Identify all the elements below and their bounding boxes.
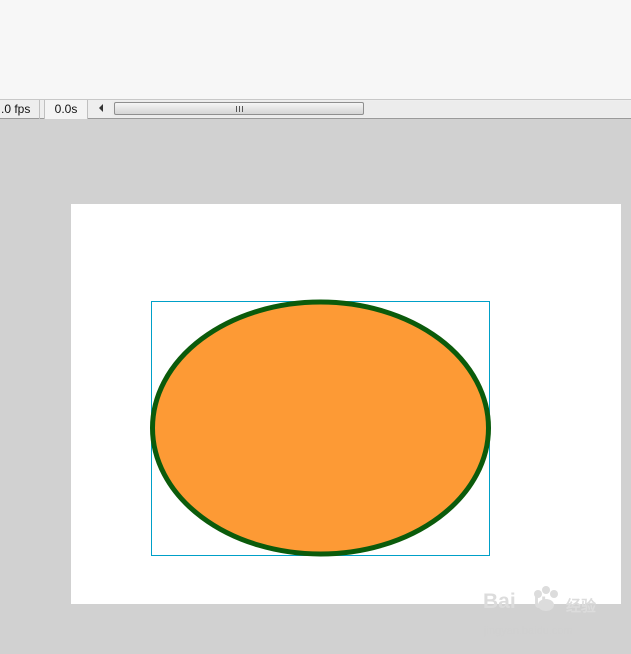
timeline-status-bar: .0 fps 0.0s xyxy=(0,99,631,119)
watermark-url: jingyan.baidu.com xyxy=(484,625,573,637)
watermark-sub: 经验 xyxy=(566,598,597,615)
ellipse-fill[interactable] xyxy=(150,299,491,557)
timeline-scroll-thumb[interactable] xyxy=(114,102,364,115)
frame-rate-field[interactable]: .0 fps xyxy=(0,100,40,119)
grip-icon xyxy=(236,106,243,112)
scroll-left-icon[interactable] xyxy=(99,104,103,112)
ellipse-shape[interactable] xyxy=(145,294,497,562)
baidu-watermark: Baiu 经验 jingyan.baidu.com xyxy=(480,586,620,640)
elapsed-time-field[interactable]: 0.0s xyxy=(44,100,88,119)
top-panel xyxy=(0,0,631,99)
paw-icon xyxy=(534,586,558,611)
